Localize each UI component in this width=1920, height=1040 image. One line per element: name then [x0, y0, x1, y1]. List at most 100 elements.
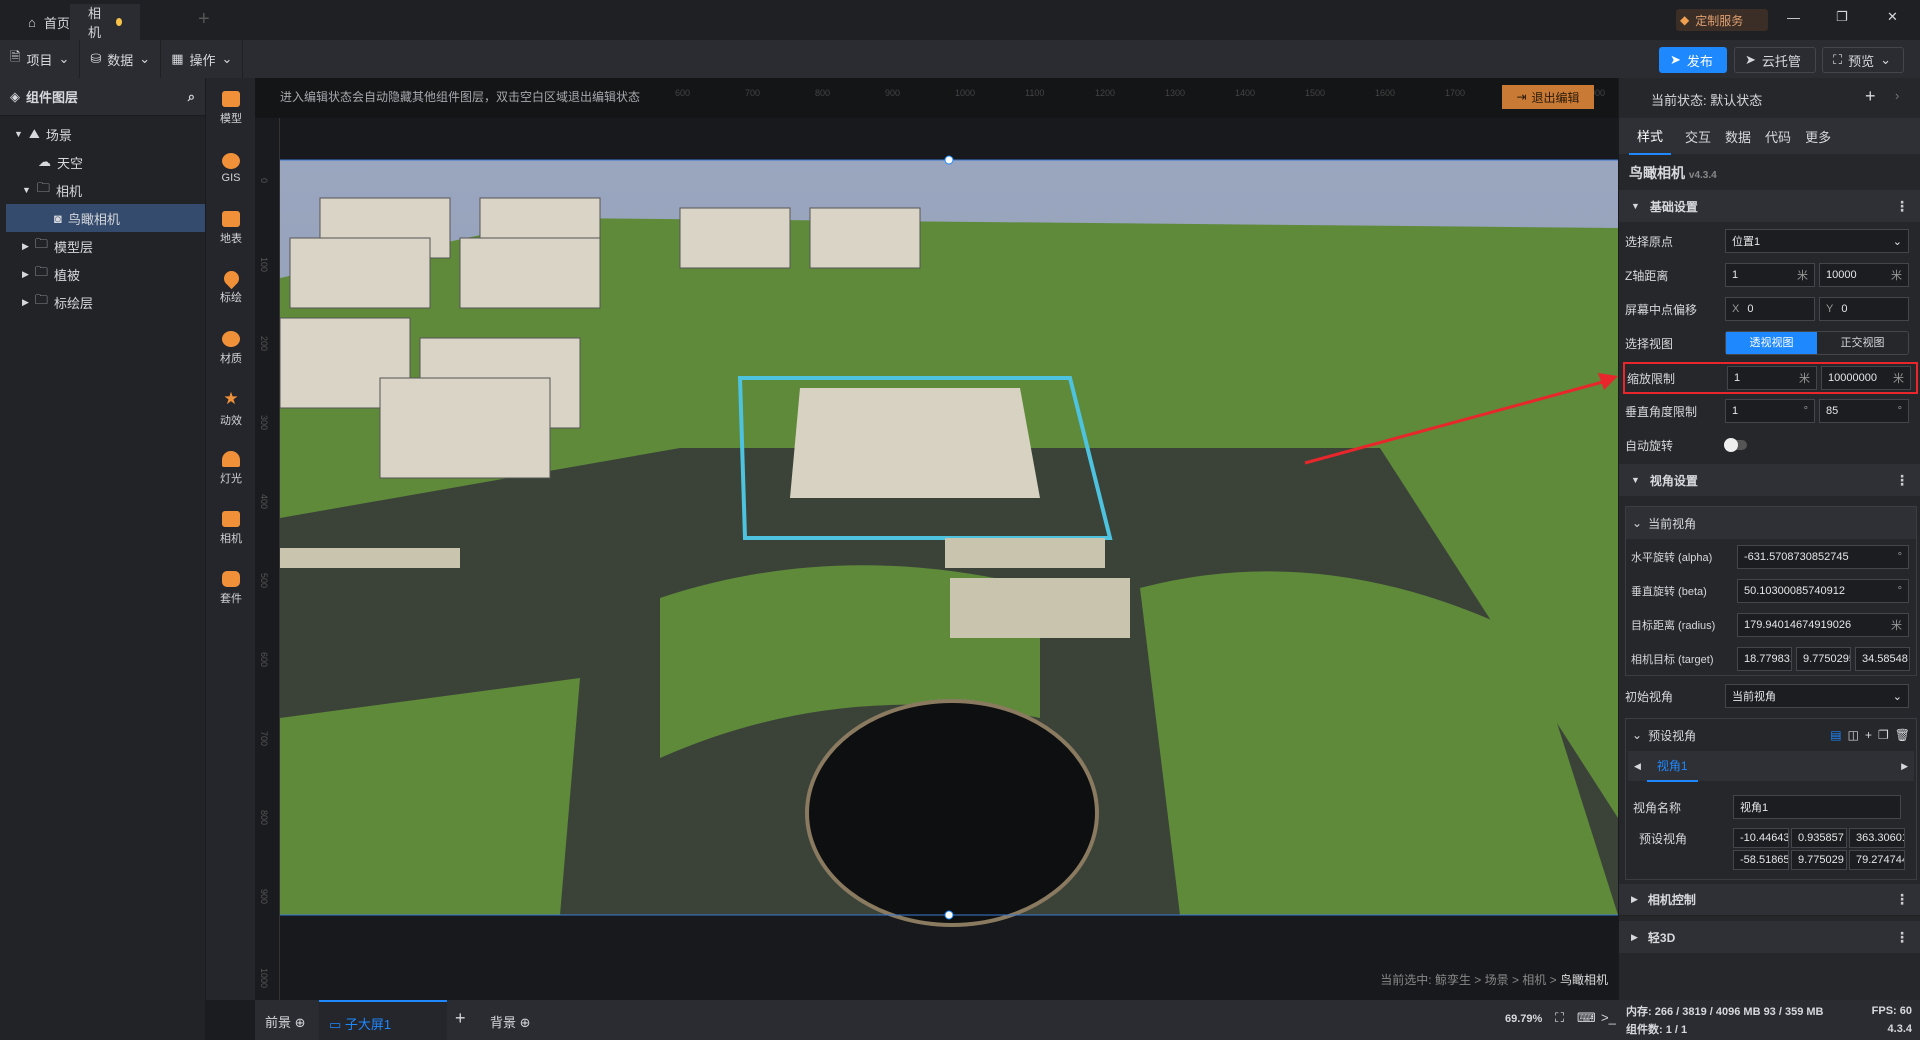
perspective-view-option[interactable]: 透视视图 [1726, 332, 1817, 354]
layout-split-icon[interactable]: ◫ [1848, 728, 1859, 742]
more-icon[interactable]: ⋮ [1895, 929, 1909, 946]
keyboard-icon[interactable]: ⌨ [1577, 1010, 1596, 1026]
add-tab-button[interactable]: + [198, 8, 210, 31]
zoom-min-input[interactable]: 1米 [1727, 366, 1817, 390]
preset-value-input[interactable]: 363.30601 [1849, 828, 1905, 848]
tree-item-sky[interactable]: ☁ 天空 [0, 148, 205, 176]
z-min-input[interactable]: 1米 [1725, 263, 1815, 287]
palette-plot[interactable]: 标绘 [206, 258, 256, 318]
custom-service-button[interactable]: ◆ 定制服务 [1676, 9, 1768, 31]
palette-model[interactable]: 模型 [206, 78, 256, 138]
menu-project[interactable]: 🗎 项目 ⌄ [0, 40, 81, 78]
zoom-max-input[interactable]: 10000000 米 [1821, 366, 1911, 390]
orthographic-view-option[interactable]: 正交视图 [1817, 332, 1908, 354]
fit-screen-icon[interactable]: ⛶ [1555, 1010, 1564, 1026]
section-basic[interactable]: ▼ 基础设置 ⋮ [1619, 190, 1920, 222]
offset-y-input[interactable]: Y0 [1819, 297, 1909, 321]
preview-button[interactable]: ⛶ 预览 ⌄ [1822, 47, 1904, 73]
radius-input[interactable]: 179.94014674919026 米 [1737, 613, 1909, 637]
current-view-header[interactable]: ⌄ 当前视角 [1626, 507, 1916, 539]
preset-value-input[interactable]: -58.51865 [1733, 850, 1789, 870]
palette-effect[interactable]: ★ 动效 [206, 378, 256, 438]
search-icon[interactable]: ⌕ [188, 89, 195, 105]
tree-item-aerial-camera[interactable]: ◙ 鸟瞰相机 [6, 204, 205, 232]
section-view-settings[interactable]: ▼ 视角设置 ⋮ [1619, 464, 1920, 496]
close-button[interactable]: ✕ [1887, 9, 1898, 25]
caret-left-icon[interactable]: ◀ [1634, 761, 1641, 772]
tree-item-scene[interactable]: ▼ ⛰ 场景 [0, 120, 205, 148]
beta-input[interactable]: 50.10300085740912 ° [1737, 579, 1909, 603]
chevron-down-icon: ⌄ [1892, 235, 1902, 248]
section-light-3d[interactable]: ▶ 轻3D ⋮ [1619, 921, 1920, 953]
ruler-tick-label: 1300 [1165, 88, 1186, 98]
menu-data[interactable]: ⛁ 数据 ⌄ [80, 40, 162, 78]
restore-button[interactable]: ❐ [1836, 9, 1848, 25]
origin-select[interactable]: 位置1 ⌄ [1725, 229, 1909, 253]
add-state-button[interactable]: + [1865, 86, 1876, 107]
tree-item-plot-layer[interactable]: ▶ 🗀 标绘层 [0, 288, 205, 316]
target-x-input[interactable]: 18.779831 [1737, 647, 1792, 671]
alpha-input[interactable]: -631.5708730852745 ° [1737, 545, 1909, 569]
tree-item-model-layer[interactable]: ▶ 🗀 模型层 [0, 232, 205, 260]
cloud-hosting-button[interactable]: ➤ 云托管 [1734, 47, 1816, 73]
target-row: 相机目标 (target) 18.779831 9.7750295 34.58548 [1631, 646, 1912, 672]
target-y-input[interactable]: 9.7750295 [1796, 647, 1851, 671]
palette-camera[interactable]: 相机 [206, 498, 256, 558]
chevron-right-icon[interactable]: › [1895, 88, 1899, 103]
preset-view-header[interactable]: ⌄ 预设视角 ▤ ◫ + ❐ 🗑 [1626, 719, 1916, 751]
tab-more[interactable]: 更多 [1805, 127, 1831, 146]
vertical-max-input[interactable]: 85 ° [1819, 399, 1909, 423]
minimize-button[interactable]: — [1787, 10, 1800, 25]
tab-sub-screen[interactable]: ▭ 子大屏1 [319, 1000, 447, 1040]
layout-table-icon[interactable]: ▤ [1830, 728, 1841, 742]
tab-interaction[interactable]: 交互 [1685, 127, 1711, 146]
tab-data[interactable]: 数据 [1725, 127, 1751, 146]
preset-value-input[interactable]: 0.935857 [1791, 828, 1847, 848]
section-camera-control[interactable]: ▶ 相机控制 ⋮ [1619, 884, 1920, 916]
caret-down-icon: ▼ [1631, 475, 1640, 485]
caret-right-icon[interactable]: ▶ [1901, 761, 1908, 772]
palette-material[interactable]: 材质 [206, 318, 256, 378]
initial-view-select[interactable]: 当前视角 ⌄ [1725, 684, 1909, 708]
exit-edit-button[interactable]: ⇥ 退出编辑 [1502, 85, 1594, 109]
add-circle-icon[interactable]: ⊕ [520, 1015, 531, 1030]
ruler-tick-label: 800 [259, 810, 269, 826]
more-icon[interactable]: ⋮ [1895, 472, 1909, 489]
canvas[interactable]: 当前选中: 鲸孪生 > 场景 > 相机 > 鸟瞰相机 [280, 118, 1618, 1000]
map-pin-icon [220, 267, 242, 290]
menu-operate[interactable]: ▦ 操作 ⌄ [161, 40, 244, 78]
tree-item-camera-folder[interactable]: ▼ 🗀 相机 [0, 176, 205, 204]
tab-foreground[interactable]: 前景 ⊕ [265, 1012, 306, 1031]
offset-x-input[interactable]: X0 [1725, 297, 1815, 321]
tree-item-vegetation[interactable]: ▶ 🗀 植被 [0, 260, 205, 288]
palette-terrain[interactable]: 地表 [206, 198, 256, 258]
add-circle-icon[interactable]: ⊕ [295, 1015, 306, 1030]
palette-light[interactable]: 灯光 [206, 438, 256, 498]
caret-right-icon: ▶ [22, 296, 29, 307]
vertical-min-input[interactable]: 1 ° [1725, 399, 1815, 423]
preset-value-input[interactable]: 79.274744 [1849, 850, 1905, 870]
auto-rotate-toggle[interactable] [1724, 438, 1747, 452]
z-max-input[interactable]: 10000 米 [1819, 263, 1909, 287]
target-z-input[interactable]: 34.58548 [1855, 647, 1910, 671]
add-screen-button[interactable]: + [455, 1008, 466, 1029]
terminal-icon[interactable]: >_ [1601, 1010, 1616, 1025]
more-icon[interactable]: ⋮ [1895, 198, 1909, 215]
tab-code[interactable]: 代码 [1765, 127, 1791, 146]
scene-viewport[interactable] [280, 118, 1618, 1000]
tab-preset-view-1[interactable]: 视角1 [1646, 751, 1698, 782]
lamp-icon [222, 450, 240, 467]
add-icon[interactable]: + [1865, 728, 1872, 742]
preset-value-input[interactable]: 9.775029 [1791, 850, 1847, 870]
tab-background[interactable]: 背景 ⊕ [490, 1012, 531, 1031]
more-icon[interactable]: ⋮ [1895, 891, 1909, 908]
delete-icon[interactable]: 🗑 [1895, 728, 1910, 742]
copy-icon[interactable]: ❐ [1878, 728, 1889, 742]
palette-kit[interactable]: 套件 [206, 558, 256, 618]
tab-camera[interactable]: 相机 [70, 4, 140, 40]
publish-button[interactable]: ➤ 发布 [1659, 47, 1727, 73]
preset-name-input[interactable]: 视角1 [1733, 795, 1901, 819]
preset-value-input[interactable]: -10.44643 [1733, 828, 1789, 848]
palette-gis[interactable]: GIS [206, 138, 256, 198]
tab-style[interactable]: 样式 [1629, 117, 1672, 155]
